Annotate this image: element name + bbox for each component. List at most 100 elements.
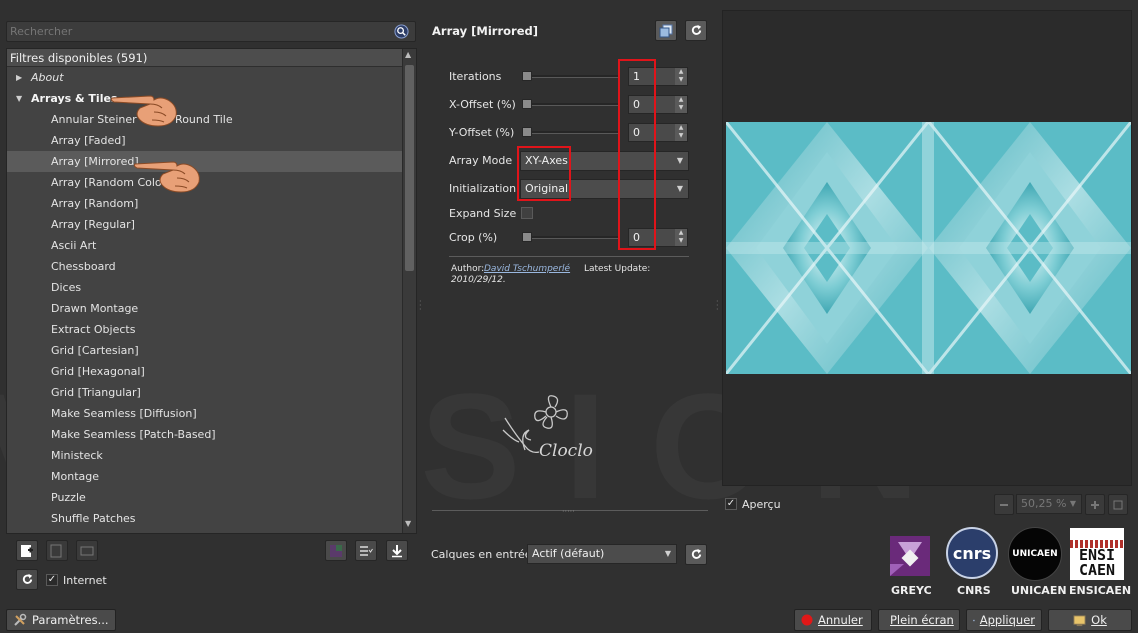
filter-visibility-button[interactable]	[355, 540, 377, 561]
zoom-select[interactable]: 50,25 % ▼	[1016, 494, 1082, 514]
array-mode-select[interactable]: XY-Axes ▼	[520, 151, 689, 171]
chevron-down-icon: ▼	[676, 184, 683, 193]
filter-item[interactable]: Grid [Hexagonal]	[7, 361, 416, 382]
search-input[interactable]	[7, 22, 387, 41]
filter-item[interactable]: Array [Random]	[7, 193, 416, 214]
spin-arrows-icon[interactable]: ▲ ▼	[675, 68, 687, 85]
rename-favorite-button[interactable]	[76, 540, 98, 561]
spin-arrows-icon[interactable]: ▲ ▼	[675, 124, 687, 141]
refresh-icon	[22, 573, 32, 584]
color-palette-button[interactable]	[325, 540, 347, 561]
stop-icon	[801, 614, 813, 626]
refresh-icon	[691, 24, 701, 35]
expand-size-checkbox[interactable]	[521, 207, 533, 219]
scroll-thumb[interactable]	[405, 65, 414, 271]
copy-to-clipboard-button[interactable]	[655, 20, 677, 41]
filter-item[interactable]: Extract Objects	[7, 319, 416, 340]
apply-button[interactable]: Appliquer	[966, 609, 1042, 631]
scroll-down-icon[interactable]: ▼	[405, 519, 411, 528]
filter-item[interactable]: Array [Mirrored]	[7, 151, 416, 172]
filter-item[interactable]: Shuffle Patches	[7, 508, 416, 529]
iterations-slider-thumb[interactable]	[522, 71, 532, 81]
crop-slider-thumb[interactable]	[522, 232, 532, 242]
author-link[interactable]: David Tschumperlé	[484, 264, 570, 274]
array-mode-label: Array Mode	[449, 154, 513, 167]
search-icon[interactable]	[394, 24, 409, 39]
filter-category[interactable]: ▼ Arrays & Tiles	[7, 88, 416, 109]
initialization-select[interactable]: Original ▼	[520, 179, 689, 199]
filter-tree: ▶ About ▼ Arrays & Tiles Annular Steiner Cha…	[7, 67, 416, 529]
filter-item[interactable]: Puzzle	[7, 487, 416, 508]
internet-checkbox[interactable]: ✓	[46, 574, 58, 586]
fullscreen-button[interactable]: Plein écran	[878, 609, 960, 631]
rename-icon	[80, 546, 94, 555]
reset-parameters-button[interactable]	[685, 20, 707, 41]
splitter-handle-icon[interactable]: · · ·	[419, 298, 422, 314]
filter-item[interactable]: Grid [Cartesian]	[7, 340, 416, 361]
cnrs-logo-text: cnrs	[952, 543, 992, 563]
greyc-logo-icon	[890, 536, 930, 576]
spin-arrows-icon[interactable]: ▲ ▼	[675, 229, 687, 246]
chevron-down-icon[interactable]: ▼	[16, 88, 22, 109]
splitter-handle-icon[interactable]: ·····	[562, 507, 575, 516]
y-offset-spinbox[interactable]: 0 ▲ ▼	[628, 123, 688, 142]
cancel-button[interactable]: Annuler	[794, 609, 872, 631]
scroll-up-icon[interactable]: ▲	[405, 50, 411, 59]
iterations-spinbox[interactable]: 1 ▲ ▼	[628, 67, 688, 86]
filter-label: Array [Random]	[51, 197, 139, 210]
filter-item[interactable]: Make Seamless [Diffusion]	[7, 403, 416, 424]
x-offset-slider-thumb[interactable]	[522, 99, 532, 109]
x-offset-spinbox[interactable]: 0 ▲ ▼	[628, 95, 688, 114]
separator	[449, 256, 689, 257]
crop-slider[interactable]	[522, 236, 620, 239]
ensicaen-logo-text: ENSI CAEN	[1078, 546, 1116, 579]
filter-item[interactable]: Make Seamless [Patch-Based]	[7, 424, 416, 445]
spin-arrows-icon[interactable]: ▲ ▼	[675, 96, 687, 113]
filter-label: About	[31, 71, 64, 84]
chevron-right-icon[interactable]: ▶	[16, 67, 22, 88]
copy-icon	[659, 24, 673, 37]
refresh-icon	[691, 548, 701, 559]
filter-item[interactable]: Array [Regular]	[7, 214, 416, 235]
refresh-filters-button[interactable]	[16, 569, 38, 590]
crop-spinbox[interactable]: 0 ▲ ▼	[628, 228, 688, 247]
filter-item[interactable]: Drawn Montage	[7, 298, 416, 319]
filter-item[interactable]: Dices	[7, 277, 416, 298]
signature-text: Cloclo	[539, 441, 593, 461]
zoom-out-button[interactable]	[994, 494, 1014, 515]
filter-label: Dices	[51, 281, 82, 294]
filter-item[interactable]: Array [Faded]	[7, 130, 416, 151]
filter-item[interactable]: Annular Steiner Chain Round Tile	[7, 109, 416, 130]
preview-checkbox[interactable]: ✓	[725, 498, 737, 510]
search-field[interactable]	[6, 21, 416, 42]
download-button[interactable]	[386, 540, 408, 561]
zoom-in-button[interactable]	[1085, 494, 1105, 515]
filter-item[interactable]: Montage	[7, 466, 416, 487]
iterations-slider[interactable]	[522, 75, 620, 78]
ok-button[interactable]: Ok	[1048, 609, 1132, 631]
y-offset-slider-thumb[interactable]	[522, 127, 532, 137]
refresh-layers-button[interactable]	[685, 544, 707, 565]
zoom-fit-button[interactable]	[1108, 494, 1128, 515]
fit-icon	[1113, 500, 1123, 509]
x-offset-slider[interactable]	[522, 103, 620, 106]
filter-label: Array [Regular]	[51, 218, 135, 231]
internet-label: Internet	[63, 574, 107, 587]
add-favorite-button[interactable]	[16, 540, 38, 561]
parameters-button[interactable]: Paramètres...	[6, 609, 116, 631]
filter-tree-scrollbar[interactable]: ▲ ▼	[402, 49, 416, 533]
chevron-down-icon: ▼	[676, 156, 683, 165]
filter-item[interactable]: Array [Random Colors]	[7, 172, 416, 193]
zoom-value: 50,25 %	[1021, 497, 1067, 510]
y-offset-slider[interactable]	[522, 131, 620, 134]
remove-favorite-button[interactable]	[46, 540, 68, 561]
input-layers-select[interactable]: Actif (défaut) ▼	[527, 544, 677, 564]
filter-item[interactable]: Ascii Art	[7, 235, 416, 256]
preview-image[interactable]	[726, 122, 1131, 374]
filter-category[interactable]: ▶ About	[7, 67, 416, 88]
signature-logo: Cloclo	[502, 395, 593, 461]
filter-item[interactable]: Ministeck	[7, 445, 416, 466]
filter-item[interactable]: Grid [Triangular]	[7, 382, 416, 403]
filter-item[interactable]: Chessboard	[7, 256, 416, 277]
splitter-handle-icon[interactable]: · · ·	[716, 298, 719, 314]
